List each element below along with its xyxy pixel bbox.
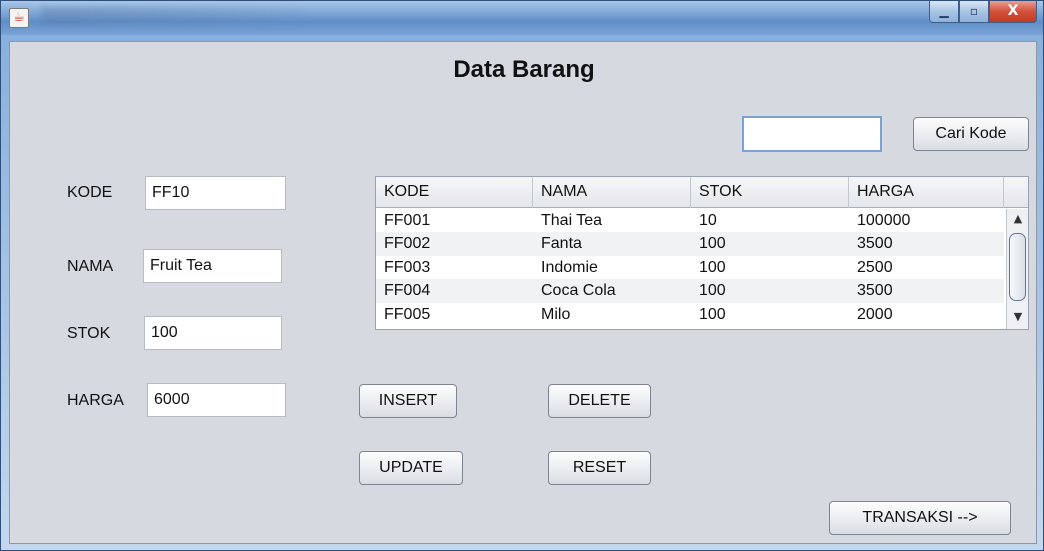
minimize-button[interactable]: ▁ (929, 1, 959, 23)
cell-stok: 10 (699, 212, 717, 229)
nama-label: NAMA (67, 258, 114, 275)
column-header-nama[interactable]: NAMA (533, 177, 691, 208)
table-row[interactable]: FF001 Thai Tea 10 100000 (376, 209, 1004, 232)
page-title: Data Barang (453, 56, 595, 83)
cell-nama: Thai Tea (541, 212, 603, 229)
cell-stok: 100 (699, 305, 726, 323)
cell-nama: Milo (541, 305, 571, 323)
stok-label: STOK (67, 325, 111, 342)
cell-harga: 3500 (857, 235, 893, 253)
table-row[interactable]: FF005 Milo 100 2000 (376, 303, 1004, 326)
form-panel: Data Barang Cari Kode KODE NAMA STOK HAR… (9, 41, 1037, 544)
scroll-down-icon[interactable]: ▼ (1010, 309, 1026, 325)
table-header: KODE NAMA STOK HARGA (376, 177, 1028, 208)
cell-kode: FF005 (384, 305, 431, 323)
kode-field[interactable] (145, 176, 286, 210)
cell-nama: Fanta (541, 235, 582, 253)
table-row[interactable]: FF004 Coca Cola 100 3500 (376, 279, 1004, 303)
cell-nama: Coca Cola (541, 282, 616, 300)
window-title (41, 7, 301, 25)
cell-stok: 100 (699, 282, 726, 300)
app-window: ☕ ▁ ▫ X Data Barang Cari Kode KODE NAMA … (0, 0, 1044, 551)
table-row[interactable]: FF002 Fanta 100 3500 (376, 232, 1004, 256)
column-header-corner (1004, 177, 1028, 208)
close-button[interactable]: X (989, 1, 1037, 23)
java-cup-icon: ☕ (9, 8, 29, 28)
insert-button[interactable]: INSERT (359, 384, 457, 418)
maximize-button[interactable]: ▫ (959, 1, 989, 23)
data-table[interactable]: KODE NAMA STOK HARGA FF001 Thai Tea 10 1… (375, 176, 1029, 330)
cell-kode: FF002 (384, 235, 431, 253)
stok-field[interactable] (144, 316, 282, 350)
cell-kode: FF004 (384, 282, 431, 300)
reset-button[interactable]: RESET (548, 451, 651, 485)
scrollbar-thumb[interactable] (1009, 233, 1026, 301)
column-header-stok[interactable]: STOK (691, 177, 849, 208)
vertical-scrollbar[interactable]: ▲ ▼ (1006, 209, 1028, 329)
cell-stok: 100 (699, 258, 726, 276)
transaksi-button[interactable]: TRANSAKSI --> (829, 501, 1011, 535)
update-button[interactable]: UPDATE (359, 451, 463, 485)
harga-field[interactable] (147, 383, 286, 417)
table-row[interactable]: FF003 Indomie 100 2500 (376, 256, 1004, 279)
table-body: FF001 Thai Tea 10 100000 FF002 Fanta 100… (376, 209, 1004, 326)
cell-stok: 100 (699, 235, 726, 253)
window-controls: ▁ ▫ X (929, 1, 1037, 25)
nama-field[interactable] (143, 249, 282, 283)
cell-harga: 2000 (857, 305, 893, 323)
cell-nama: Indomie (541, 258, 598, 276)
column-header-kode[interactable]: KODE (376, 177, 533, 208)
cell-kode: FF001 (384, 212, 431, 229)
cell-harga: 2500 (857, 258, 893, 276)
search-button[interactable]: Cari Kode (913, 117, 1029, 151)
harga-label: HARGA (67, 392, 124, 409)
column-header-harga[interactable]: HARGA (849, 177, 1004, 208)
cell-kode: FF003 (384, 258, 431, 276)
cell-harga: 100000 (857, 212, 911, 229)
delete-button[interactable]: DELETE (548, 384, 651, 418)
scroll-up-icon[interactable]: ▲ (1010, 211, 1026, 227)
search-input[interactable] (742, 116, 882, 152)
kode-label: KODE (67, 184, 113, 201)
cell-harga: 3500 (857, 282, 893, 300)
title-bar[interactable]: ☕ ▁ ▫ X (1, 1, 1043, 35)
